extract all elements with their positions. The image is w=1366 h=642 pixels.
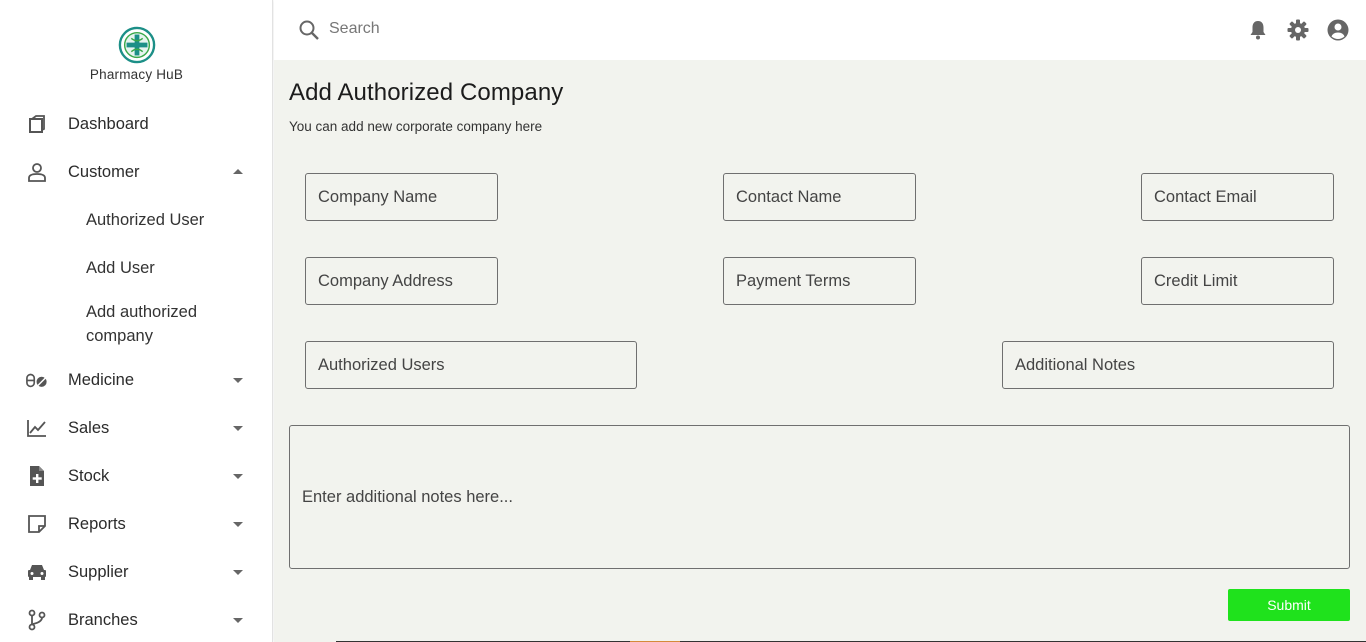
credit-limit-field[interactable] (1141, 257, 1334, 305)
top-bar (274, 0, 1366, 60)
sidebar-nav: Dashboard Customer Authorized User Add U… (0, 100, 273, 642)
pharmacy-logo-icon (118, 26, 155, 64)
note-icon (26, 513, 48, 535)
sidebar-item-label: Dashboard (68, 114, 149, 133)
brand: Pharmacy HuB (0, 26, 273, 82)
chevron-down-icon (233, 618, 243, 623)
sidebar-item-label: Medicine (68, 370, 135, 389)
sidebar-subitem-add-authorized-company[interactable]: Add authorized company (0, 292, 273, 356)
main-content: Add Authorized Company You can add new c… (274, 60, 1366, 642)
chevron-down-icon (233, 570, 243, 575)
sidebar-item-reports[interactable]: Reports (0, 500, 273, 548)
sidebar: Pharmacy HuB Dashboard Customer Authoriz… (0, 0, 273, 642)
chevron-down-icon (233, 426, 243, 431)
sidebar-item-label: Reports (68, 514, 126, 533)
file-plus-icon (26, 465, 48, 487)
notes-placeholder: Enter additional notes here... (302, 488, 513, 506)
dashboard-icon (26, 113, 48, 135)
sidebar-subitem-authorized-user[interactable]: Authorized User (0, 196, 273, 244)
contact-email-field[interactable] (1141, 173, 1334, 221)
sidebar-item-sales[interactable]: Sales (0, 404, 273, 452)
search-input[interactable] (329, 14, 829, 44)
account-circle-icon[interactable] (1326, 18, 1350, 42)
sidebar-item-stock[interactable]: Stock (0, 452, 273, 500)
pill-icon (26, 369, 48, 391)
sidebar-subitem-add-user[interactable]: Add User (0, 244, 273, 292)
branch-icon (26, 609, 48, 631)
sidebar-item-label: Customer (68, 162, 140, 181)
page-title: Add Authorized Company (289, 79, 564, 106)
sidebar-item-dashboard[interactable]: Dashboard (0, 100, 273, 148)
gear-icon[interactable] (1286, 18, 1310, 42)
sidebar-item-customer[interactable]: Customer (0, 148, 273, 196)
sidebar-item-branches[interactable]: Branches (0, 596, 273, 642)
authorized-users-field[interactable] (305, 341, 637, 389)
chevron-down-icon (233, 474, 243, 479)
sidebar-item-medicine[interactable]: Medicine (0, 356, 273, 404)
search-icon (299, 20, 319, 40)
payment-terms-field[interactable] (723, 257, 916, 305)
company-address-field[interactable] (305, 257, 498, 305)
notification-bell-icon[interactable] (1246, 18, 1270, 42)
company-name-field[interactable] (305, 173, 498, 221)
sidebar-item-supplier[interactable]: Supplier (0, 548, 273, 596)
page-subtitle: You can add new corporate company here (289, 119, 543, 134)
contact-name-field[interactable] (723, 173, 916, 221)
chevron-down-icon (233, 378, 243, 383)
sidebar-item-label: Supplier (68, 562, 129, 581)
submit-button[interactable]: Submit (1228, 589, 1350, 621)
chevron-up-icon (233, 169, 243, 174)
sidebar-item-label: Stock (68, 466, 110, 485)
chart-line-icon (26, 417, 48, 439)
person-icon (26, 161, 48, 183)
sidebar-item-label: Sales (68, 418, 110, 437)
chevron-down-icon (233, 522, 243, 527)
sidebar-item-label: Branches (68, 610, 138, 629)
additional-notes-field[interactable] (1002, 341, 1334, 389)
notes-textarea[interactable]: Enter additional notes here... (289, 425, 1350, 569)
car-icon (26, 561, 48, 583)
brand-name: Pharmacy HuB (89, 67, 184, 82)
